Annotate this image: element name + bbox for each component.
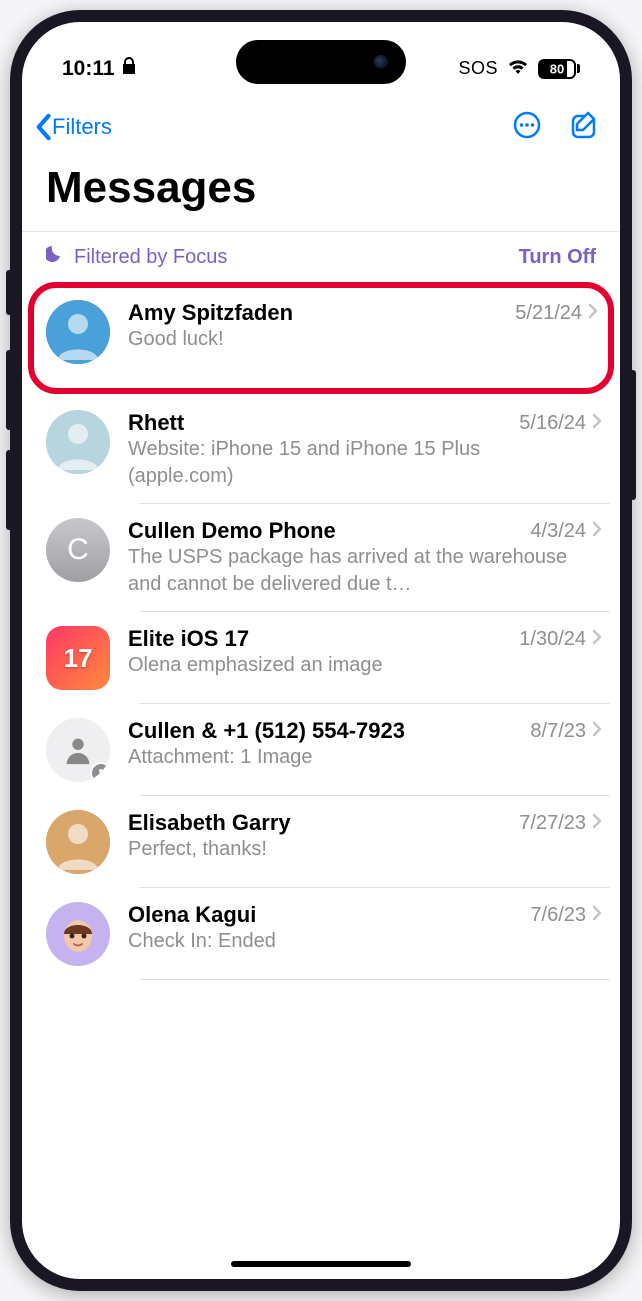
conversation-date: 1/30/24 xyxy=(519,628,586,651)
conversation-date: 7/6/23 xyxy=(530,904,586,927)
wifi-icon xyxy=(506,57,530,81)
conversation-preview: Attachment: 1 Image xyxy=(128,744,602,771)
conversation-date: 8/7/23 xyxy=(530,720,586,743)
conversation-preview: Olena emphasized an image xyxy=(128,652,602,679)
phone-power-button xyxy=(630,370,636,500)
screen: 10:11 SOS 80 Filters xyxy=(22,22,620,1279)
conversation-name: Elisabeth Garry xyxy=(128,810,291,836)
conversation-row[interactable]: Rhett 5/16/24Website: iPhone 15 and iPhon… xyxy=(32,396,610,504)
conversation-preview: Good luck! xyxy=(128,326,598,353)
conversation-preview: The USPS package has arrived at the ware… xyxy=(128,544,602,598)
status-time: 10:11 xyxy=(62,57,115,81)
conversation-row[interactable]: C Cullen Demo Phone 4/3/24The USPS package… xyxy=(32,504,610,612)
chevron-right-icon xyxy=(592,905,602,926)
conversation-name: Cullen & +1 (512) 554-7923 xyxy=(128,718,405,744)
avatar xyxy=(46,410,110,474)
page-title: Messages xyxy=(22,157,620,232)
conversation-date: 7/27/23 xyxy=(519,812,586,835)
avatar xyxy=(46,718,110,782)
moon-icon xyxy=(46,244,66,270)
avatar xyxy=(46,300,110,364)
avatar: C xyxy=(46,518,110,582)
conversation-name: Rhett xyxy=(128,410,184,436)
focus-filter-bar: Filtered by Focus Turn Off xyxy=(22,232,620,280)
conversation-list[interactable]: Amy Spitzfaden 5/21/24Good luck! Rhett 5/16… xyxy=(22,282,620,980)
avatar xyxy=(46,810,110,874)
conversation-row[interactable]: Olena Kagui 7/6/23Check In: Ended xyxy=(32,888,610,980)
phone-volume-up xyxy=(6,350,12,430)
conversation-name: Amy Spitzfaden xyxy=(128,300,293,326)
nav-bar: Filters xyxy=(22,97,620,157)
conversation-date: 5/21/24 xyxy=(515,302,582,325)
chevron-right-icon xyxy=(592,813,602,834)
conversation-row[interactable]: Cullen & +1 (512) 554-7923 8/7/23Attachme… xyxy=(32,704,610,796)
group-badge-icon xyxy=(90,762,110,782)
focus-filter-label: Filtered by Focus xyxy=(74,246,227,269)
conversation-name: Elite iOS 17 xyxy=(128,626,249,652)
chevron-right-icon xyxy=(592,629,602,650)
phone-frame: 10:11 SOS 80 Filters xyxy=(10,10,632,1291)
chevron-right-icon xyxy=(592,721,602,742)
avatar xyxy=(46,902,110,966)
more-options-button[interactable] xyxy=(512,110,542,145)
conversation-preview: Perfect, thanks! xyxy=(128,836,602,863)
conversation-row[interactable]: 17 Elite iOS 17 1/30/24Olena emphasized an… xyxy=(32,612,610,704)
divider xyxy=(140,979,610,980)
chevron-right-icon xyxy=(588,303,598,324)
chevron-right-icon xyxy=(592,413,602,434)
back-label: Filters xyxy=(52,114,112,140)
compose-button[interactable] xyxy=(570,110,600,145)
conversation-preview: Check In: Ended xyxy=(128,928,602,955)
conversation-row[interactable]: Elisabeth Garry 7/27/23Perfect, thanks! xyxy=(32,796,610,888)
back-button[interactable]: Filters xyxy=(34,113,112,141)
conversation-date: 5/16/24 xyxy=(519,412,586,435)
conversation-name: Olena Kagui xyxy=(128,902,256,928)
home-indicator[interactable] xyxy=(231,1261,411,1267)
lock-icon xyxy=(121,57,137,81)
chevron-right-icon xyxy=(592,521,602,542)
phone-silent-switch xyxy=(6,270,12,315)
phone-volume-down xyxy=(6,450,12,530)
battery-indicator: 80 xyxy=(538,59,580,79)
status-sos: SOS xyxy=(458,58,498,79)
conversation-date: 4/3/24 xyxy=(530,520,586,543)
dynamic-island xyxy=(236,40,406,84)
conversation-name: Cullen Demo Phone xyxy=(128,518,336,544)
focus-turn-off-button[interactable]: Turn Off xyxy=(519,246,596,269)
conversation-preview: Website: iPhone 15 and iPhone 15 Plus (a… xyxy=(128,436,602,490)
conversation-row[interactable]: Amy Spitzfaden 5/21/24Good luck! xyxy=(28,282,614,394)
avatar: 17 xyxy=(46,626,110,690)
